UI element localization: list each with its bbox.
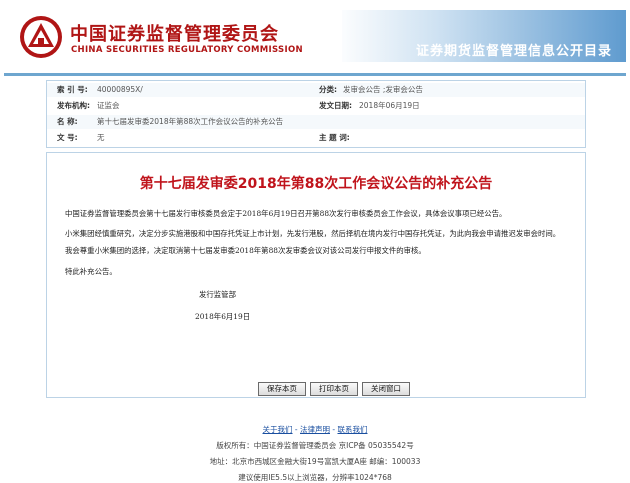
footer-browser-note: 建议使用IE5.5以上浏览器，分辨率1024*768 xyxy=(238,473,392,482)
category-label: 分类: xyxy=(319,85,337,94)
date-label: 发文日期: xyxy=(319,101,352,110)
signing-date: 2018年6月19日 xyxy=(195,312,251,321)
document-meta-table: 索 引 号: 40000895X/ 分类: 发审会公告 ;发审会公告 发布机构:… xyxy=(46,80,586,148)
site-header: 证券期货监督管理信息公开目录 中国证券监督管理委员会 CHINA SECURIT… xyxy=(4,0,626,76)
category-value: 发审会公告 ;发审会公告 xyxy=(343,85,423,94)
header-banner: 证券期货监督管理信息公开目录 xyxy=(334,10,626,62)
meta-row-org: 发布机构: 证监会 发文日期: 2018年06月19日 xyxy=(47,99,585,113)
header-brand[interactable]: 中国证券监督管理委员会 CHINA SECURITIES REGULATORY … xyxy=(12,8,342,64)
footer-links: 关于我们 - 法律声明 - 联系我们 xyxy=(4,424,626,435)
footer-copyright: 版权所有：中国证券监督管理委员会 京ICP备 05035542号 xyxy=(216,441,414,450)
index-value: 40000895X/ xyxy=(97,85,143,94)
about-us-link[interactable]: 关于我们 xyxy=(263,425,293,434)
csrc-logo-icon xyxy=(20,16,62,58)
site-footer: 关于我们 - 法律声明 - 联系我们 版权所有：中国证券监督管理委员会 京ICP… xyxy=(4,420,626,483)
org-name-english: CHINA SECURITIES REGULATORY COMMISSION xyxy=(71,45,303,55)
document-title: 第十七届发审委2018年第88次工作会议公告的补充公告 xyxy=(139,176,493,192)
meta-row-docno: 文 号: 无 主 题 词: xyxy=(47,131,585,145)
name-label: 名 称: xyxy=(57,117,78,126)
footer-address: 地址：北京市西城区金融大街19号富凯大厦A座 邮编：100033 xyxy=(209,457,421,466)
contact-us-link[interactable]: 联系我们 xyxy=(337,425,367,434)
page-frame: 证券期货监督管理信息公开目录 中国证券监督管理委员会 CHINA SECURIT… xyxy=(4,0,626,483)
paragraph-1: 中国证券监督管理委员会第十七届发行审核委员会定于2018年6月19日召开第88次… xyxy=(65,209,507,218)
signing-department: 发行监管部 xyxy=(199,290,236,299)
site-title: 证券期货监督管理信息公开目录 xyxy=(415,44,612,59)
org-value: 证监会 xyxy=(97,101,120,110)
docno-label: 文 号: xyxy=(57,133,78,142)
keyword-label: 主 题 词: xyxy=(319,133,350,142)
org-name-chinese: 中国证券监督管理委员会 xyxy=(70,24,279,45)
paragraph-3: 特此补充公告。 xyxy=(65,267,117,276)
print-page-button[interactable]: 打印本页 xyxy=(310,382,358,396)
footer-separator: - xyxy=(292,425,300,434)
org-label: 发布机构: xyxy=(57,101,90,110)
docno-value: 无 xyxy=(97,133,105,142)
name-value: 第十七届发审委2018年第88次工作会议公告的补充公告 xyxy=(97,117,284,126)
legal-notice-link[interactable]: 法律声明 xyxy=(300,425,330,434)
paragraph-2: 小米集团经慎重研究，决定分步实施港股和中国存托凭证上市计划，先发行港股，然后择机… xyxy=(65,229,561,255)
meta-row-index: 索 引 号: 40000895X/ 分类: 发审会公告 ;发审会公告 xyxy=(47,83,585,97)
document-content: 第十七届发审委2018年第88次工作会议公告的补充公告 中国证券监督管理委员会第… xyxy=(46,152,586,398)
index-label: 索 引 号: xyxy=(57,85,88,94)
close-window-button[interactable]: 关闭窗口 xyxy=(362,382,410,396)
meta-row-name: 名 称: 第十七届发审委2018年第88次工作会议公告的补充公告 xyxy=(47,115,585,129)
date-value: 2018年06月19日 xyxy=(359,101,420,110)
save-page-button[interactable]: 保存本页 xyxy=(258,382,306,396)
action-buttons: 保存本页 打印本页 关闭窗口 xyxy=(4,382,626,398)
